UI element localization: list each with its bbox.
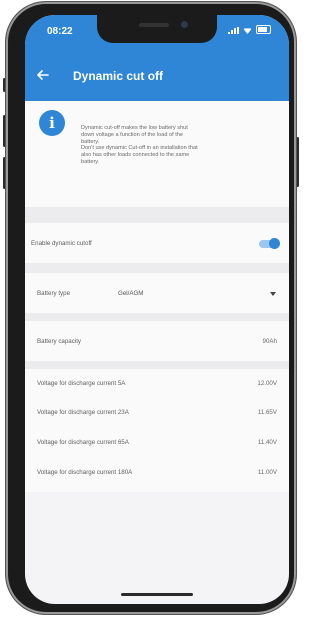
screen: 08:22 Dynamic cut off i Dynamic cut-off …: [25, 15, 289, 604]
info-icon: i: [39, 110, 65, 136]
info-line: also has other loads connected to the sa…: [81, 152, 190, 159]
enable-dynamic-cutoff-label: Enable dynamic cutoff: [31, 240, 92, 247]
info-line: battery.: [81, 158, 100, 165]
info-text: Dynamic cut-off makes the low battery sh…: [81, 125, 287, 166]
voltage-label-23a: Voltage for discharge current 23A: [37, 409, 129, 416]
battery-capacity-label: Battery capacity: [37, 338, 82, 345]
voltage-label-5a: Voltage for discharge current 5A: [37, 380, 126, 387]
voltage-value-180a[interactable]: 11.00V: [258, 469, 277, 476]
info-card: i Dynamic cut-off makes the low battery …: [25, 101, 289, 207]
voltage-list: Voltage for discharge current 5A 12.00V …: [25, 369, 289, 492]
battery-type-label: Battery type: [37, 290, 71, 297]
voltage-label-65a: Voltage for discharge current 65A: [37, 439, 129, 446]
voltage-value-23a[interactable]: 11.65V: [258, 409, 277, 416]
wifi-icon: [243, 28, 252, 34]
battery-capacity-value[interactable]: 90Ah: [263, 338, 277, 345]
home-indicator[interactable]: [121, 593, 193, 596]
chevron-down-icon[interactable]: [270, 292, 276, 296]
enable-dynamic-cutoff-toggle[interactable]: [259, 238, 280, 249]
front-camera: [181, 21, 188, 28]
battery-capacity-row[interactable]: Battery capacity 90Ah: [25, 321, 289, 361]
battery-type-row[interactable]: Battery type Gel/AGM: [25, 273, 289, 313]
voltage-label-180a: Voltage for discharge current 180A: [37, 469, 133, 476]
notch: [97, 15, 217, 43]
voltage-value-65a[interactable]: 11.40V: [258, 439, 277, 446]
section-divider: [25, 313, 289, 321]
section-divider: [25, 207, 289, 223]
battery-type-select[interactable]: Gel/AGM: [118, 290, 143, 297]
power-button: [296, 137, 299, 187]
speaker: [139, 23, 169, 27]
signal-icon: [228, 27, 239, 34]
toggle-knob: [269, 238, 280, 249]
enable-dynamic-cutoff-row[interactable]: Enable dynamic cutoff: [25, 223, 289, 263]
info-line: down voltage a function of the load of t…: [81, 131, 184, 138]
phone-frame: 08:22 Dynamic cut off i Dynamic cut-off …: [6, 2, 296, 614]
info-line: battery.: [81, 138, 100, 145]
voltage-value-5a[interactable]: 12.00V: [257, 380, 277, 387]
info-line: Don't use dynamic Cut-off in an installa…: [81, 145, 198, 152]
back-arrow-icon[interactable]: [33, 65, 53, 85]
battery-icon: [256, 25, 271, 34]
page-title: Dynamic cut off: [73, 69, 164, 83]
status-time: 08:22: [47, 26, 73, 37]
section-divider: [25, 361, 289, 369]
section-divider: [25, 263, 289, 273]
status-icons: [228, 25, 271, 34]
info-line: Dynamic cut-off makes the low battery sh…: [81, 125, 188, 131]
